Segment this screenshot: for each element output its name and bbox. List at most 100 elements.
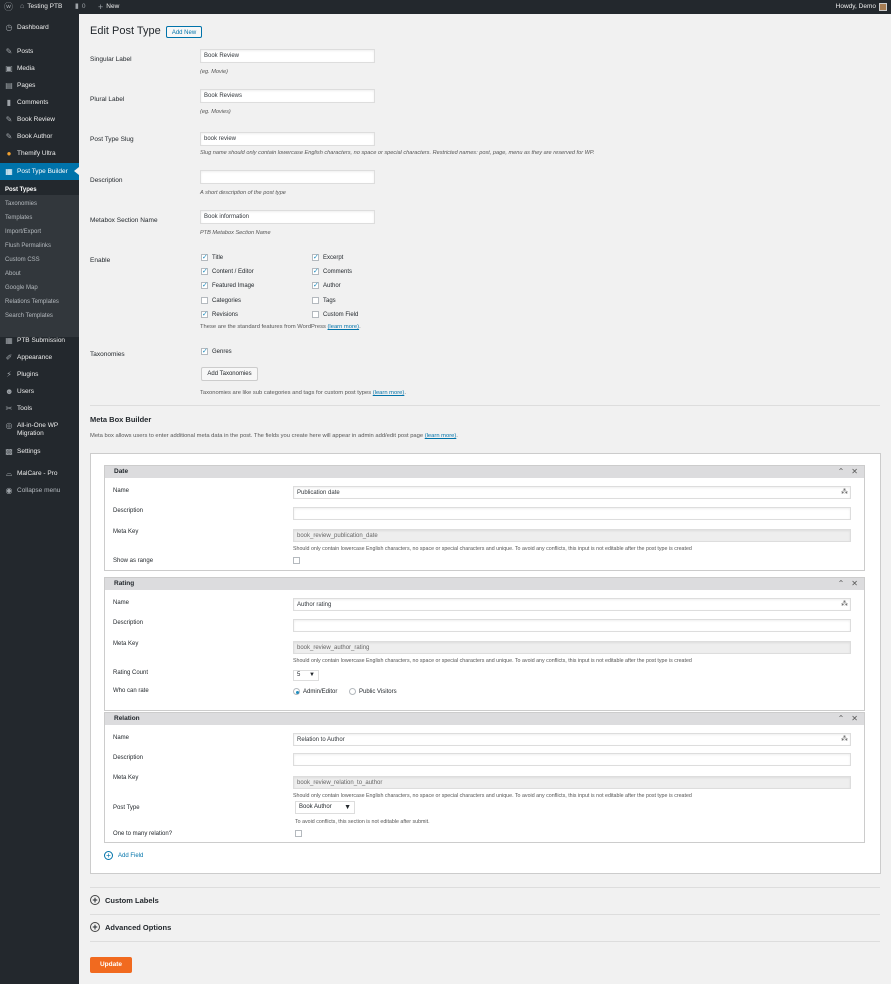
wordpress-logo-icon[interactable]: ⓦ — [4, 0, 13, 14]
field-box-header[interactable]: Date ⌃ ✕ — [105, 466, 864, 478]
menu-comments[interactable]: ▮ Comments — [0, 99, 79, 107]
plural-label-input[interactable]: Book Reviews — [200, 89, 375, 103]
description-input[interactable] — [200, 170, 375, 184]
submenu-search-templates[interactable]: Search Templates — [0, 312, 79, 320]
radio-public-visitors[interactable]: Public Visitors — [349, 688, 397, 695]
name-label: Name — [113, 600, 130, 606]
taxonomies-learn-more-link[interactable]: (learn more) — [373, 390, 405, 396]
menu-themify-ultra[interactable]: ● Themify Ultra — [0, 150, 79, 158]
close-icon[interactable]: ✕ — [851, 466, 858, 478]
submenu-custom-css[interactable]: Custom CSS — [0, 256, 79, 264]
menu-ptb-submission[interactable]: ▦ PTB Submission — [0, 337, 79, 345]
submenu-relations-templates[interactable]: Relations Templates — [0, 298, 79, 306]
plus-circle-icon: + — [90, 895, 100, 905]
menu-post-type-builder[interactable]: ▦ Post Type Builder — [0, 163, 79, 180]
rating-description-input[interactable] — [293, 619, 851, 632]
user-account-link[interactable]: Howdy, Demo — [836, 0, 887, 14]
menu-tools[interactable]: ✂ Tools — [0, 405, 79, 413]
feature-custom-field-checkbox[interactable]: Custom Field — [312, 311, 358, 318]
submenu-post-types[interactable]: Post Types — [0, 186, 79, 194]
taxonomy-genres-checkbox[interactable]: Genres — [201, 347, 232, 355]
divider — [90, 887, 880, 888]
comments-link[interactable]: ▮ 0 — [75, 0, 85, 14]
singular-label-input[interactable]: Book Review — [200, 49, 375, 63]
menu-posts[interactable]: ✎ Posts — [0, 48, 79, 56]
collapse-icon[interactable]: ⌃ — [838, 578, 845, 590]
close-icon[interactable]: ✕ — [851, 578, 858, 590]
field-box-header[interactable]: Rating ⌃ ✕ — [105, 578, 864, 590]
add-field-button[interactable]: + Add Field — [104, 851, 143, 860]
date-name-input[interactable]: Publication date ⁂ — [293, 486, 851, 499]
relation-name-input[interactable]: Relation to Author ⁂ — [293, 733, 851, 746]
relation-description-input[interactable] — [293, 753, 851, 766]
menu-pages[interactable]: ▤ Pages — [0, 82, 79, 90]
submenu-flush-permalinks[interactable]: Flush Permalinks — [0, 242, 79, 250]
menu-dashboard[interactable]: ◷ Dashboard — [0, 24, 79, 32]
radio-button[interactable] — [293, 688, 300, 695]
slug-input[interactable]: book review — [200, 132, 375, 146]
rating-name-input[interactable]: Author rating ⁂ — [293, 598, 851, 611]
menu-appearance[interactable]: ✐ Appearance — [0, 354, 79, 362]
checkbox-box[interactable] — [312, 253, 319, 261]
feature-content-checkbox[interactable]: Content / Editor — [201, 267, 254, 275]
menu-settings[interactable]: ▩ Settings — [0, 448, 79, 456]
menu-malcare[interactable]: ⌓ MalCare - Pro — [0, 470, 79, 478]
checkbox-box[interactable] — [201, 253, 208, 261]
submenu-templates[interactable]: Templates — [0, 214, 79, 222]
post-type-select[interactable]: Book Author ▼ — [295, 801, 355, 814]
feature-revisions-checkbox[interactable]: Revisions — [201, 310, 238, 318]
feature-tags-checkbox[interactable]: Tags — [312, 297, 336, 304]
add-taxonomies-button[interactable]: Add Taxonomies — [201, 367, 258, 381]
translate-icon[interactable]: ⁂ — [841, 487, 848, 499]
submenu-google-map[interactable]: Google Map — [0, 284, 79, 292]
field-box-header[interactable]: Relation ⌃ ✕ — [105, 713, 864, 725]
checkbox-box[interactable] — [201, 310, 208, 318]
checkbox-box[interactable] — [201, 297, 208, 304]
add-new-button[interactable]: Add New — [166, 26, 202, 38]
checkbox-box[interactable] — [201, 281, 208, 289]
checkbox-box[interactable] — [201, 347, 208, 355]
metabox-learn-more-link[interactable]: (learn more) — [425, 433, 457, 439]
close-icon[interactable]: ✕ — [851, 713, 858, 725]
radio-button[interactable] — [349, 688, 356, 695]
feature-title-checkbox[interactable]: Title — [201, 253, 223, 261]
custom-labels-toggle[interactable]: + Custom Labels — [90, 895, 159, 905]
advanced-options-toggle[interactable]: + Advanced Options — [90, 922, 171, 932]
submenu-about[interactable]: About — [0, 270, 79, 278]
menu-plugins[interactable]: ⚡ Plugins — [0, 371, 79, 379]
submenu-import-export[interactable]: Import/Export — [0, 228, 79, 236]
feature-comments-checkbox[interactable]: Comments — [312, 267, 352, 275]
dashboard-icon: ◷ — [5, 23, 13, 32]
site-name-link[interactable]: ⌂ Testing PTB — [20, 0, 62, 14]
feature-author-checkbox[interactable]: Author — [312, 281, 341, 289]
checkbox-box[interactable] — [312, 281, 319, 289]
translate-icon[interactable]: ⁂ — [841, 734, 848, 746]
submenu-taxonomies[interactable]: Taxonomies — [0, 200, 79, 208]
malcare-icon: ⌓ — [5, 469, 13, 478]
collapse-icon[interactable]: ⌃ — [838, 713, 845, 725]
update-button[interactable]: Update — [90, 957, 132, 973]
feature-featured-image-checkbox[interactable]: Featured Image — [201, 281, 254, 289]
menu-book-review[interactable]: ✎ Book Review — [0, 116, 79, 124]
new-content-link[interactable]: + New — [98, 0, 119, 14]
feature-categories-checkbox[interactable]: Categories — [201, 297, 241, 304]
radio-admin-editor[interactable]: Admin/Editor — [293, 688, 337, 695]
checkbox-box[interactable] — [312, 311, 319, 318]
feature-excerpt-checkbox[interactable]: Excerpt — [312, 253, 343, 261]
checkbox-box[interactable] — [312, 267, 319, 275]
metabox-section-input[interactable]: Book information — [200, 210, 375, 224]
menu-book-author[interactable]: ✎ Book Author — [0, 133, 79, 141]
features-learn-more-link[interactable]: (learn more) — [328, 324, 360, 330]
collapse-icon[interactable]: ⌃ — [838, 466, 845, 478]
show-as-range-checkbox[interactable] — [293, 557, 300, 564]
checkbox-box[interactable] — [201, 267, 208, 275]
menu-all-in-one-migration[interactable]: ◎ All-in-One WP Migration — [0, 422, 79, 438]
one-to-many-checkbox[interactable] — [295, 830, 302, 837]
translate-icon[interactable]: ⁂ — [841, 599, 848, 611]
collapse-menu-button[interactable]: ◉ Collapse menu — [0, 487, 79, 495]
menu-users[interactable]: ☻ Users — [0, 388, 79, 396]
date-description-input[interactable] — [293, 507, 851, 520]
rating-count-select[interactable]: 5 ▼ — [293, 670, 319, 681]
menu-media[interactable]: ▣ Media — [0, 65, 79, 73]
checkbox-box[interactable] — [312, 297, 319, 304]
